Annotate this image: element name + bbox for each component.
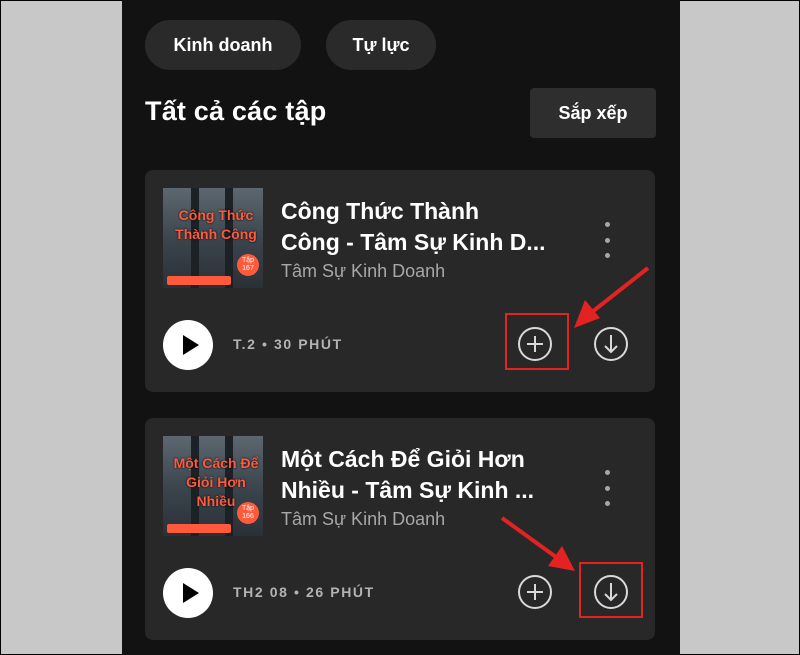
cover-strip: [167, 276, 231, 285]
play-icon: [183, 583, 199, 603]
more-vertical-icon[interactable]: [601, 470, 613, 506]
download-button[interactable]: [591, 324, 631, 364]
episode-meta: TH2 08 • 26 PHÚT: [233, 584, 375, 600]
play-icon: [183, 335, 199, 355]
episode-cover-image: Công Thức Thành Công Tập 167: [163, 188, 263, 288]
episode-card[interactable]: Một Cách Để Giỏi Hơn Nhiều Tập 166 Một C…: [145, 418, 655, 640]
sort-button[interactable]: Sắp xếp: [530, 88, 656, 138]
episode-title-line-2: Nhiều - Tâm Sự Kinh ...: [281, 477, 535, 503]
add-circle-icon: [518, 575, 552, 609]
cover-badge: Tập 166: [237, 502, 259, 524]
add-to-library-button[interactable]: [515, 572, 555, 612]
show-name[interactable]: Tâm Sự Kinh Doanh: [281, 261, 445, 282]
episode-meta: T.2 • 30 PHÚT: [233, 336, 343, 352]
section-title: Tất cả các tập: [145, 96, 327, 126]
episode-title-line-1: Công Thức Thành: [281, 198, 480, 224]
episode-card[interactable]: Công Thức Thành Công Tập 167 Công Thức T…: [145, 170, 655, 392]
play-button[interactable]: [163, 320, 213, 370]
episode-title-line-2: Công - Tâm Sự Kinh D...: [281, 229, 546, 255]
cover-title: Công Thức Thành Công: [175, 207, 257, 242]
episode-title-line-1: Một Cách Để Giỏi Hơn: [281, 446, 525, 472]
episode-title[interactable]: Công Thức Thành Công - Tâm Sự Kinh D...: [281, 196, 581, 258]
episode-title[interactable]: Một Cách Để Giỏi Hơn Nhiều - Tâm Sự Kinh…: [281, 444, 581, 506]
show-name[interactable]: Tâm Sự Kinh Doanh: [281, 509, 445, 530]
app-screen: Kinh doanh Tự lực Tất cả các tập Sắp xếp…: [122, 0, 680, 655]
filter-chip-kinh-doanh[interactable]: Kinh doanh: [145, 20, 301, 70]
download-circle-icon: [594, 327, 628, 361]
episode-cover-image: Một Cách Để Giỏi Hơn Nhiều Tập 166: [163, 436, 263, 536]
cover-badge: Tập 167: [237, 254, 259, 276]
highlight-box-download: [579, 562, 643, 618]
highlight-box-add: [505, 313, 569, 370]
filter-chip-tu-luc[interactable]: Tự lực: [326, 20, 436, 70]
cover-strip: [167, 524, 231, 533]
more-vertical-icon[interactable]: [601, 222, 613, 258]
play-button[interactable]: [163, 568, 213, 618]
